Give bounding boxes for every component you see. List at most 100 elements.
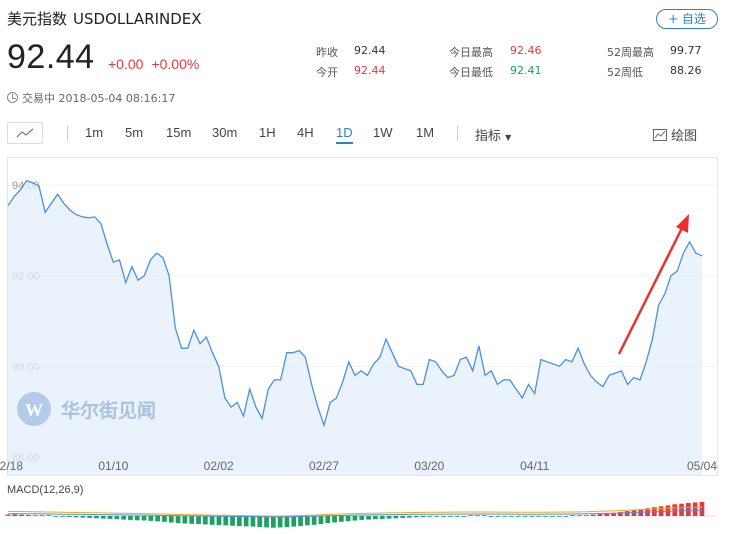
macd-bar (692, 502, 698, 516)
macd-bar (413, 516, 419, 518)
macd-bar (250, 516, 256, 527)
price-change: +0.00 +0.00% (108, 56, 207, 72)
period-15m[interactable]: 15m (166, 125, 191, 140)
stat-open: 今开 92.44 (316, 64, 386, 79)
macd-bar (631, 510, 637, 516)
macd-panel (5, 502, 717, 528)
price-area (8, 180, 702, 475)
macd-bar (94, 516, 99, 519)
stat-prev-close: 昨收 92.44 (316, 44, 386, 59)
macd-bar (665, 505, 671, 516)
macd-bar (672, 504, 678, 516)
draw-button[interactable]: 绘图 (653, 125, 697, 144)
macd-bar (209, 516, 215, 525)
macd-bar (216, 516, 222, 526)
macd-bar (352, 516, 358, 521)
macd-bar (556, 516, 562, 517)
add-watchlist-button[interactable]: + 自选 (656, 9, 718, 29)
macd-bar (196, 516, 201, 524)
macd-bar (264, 516, 269, 528)
macd-bar (563, 516, 569, 517)
macd-bar (359, 516, 365, 520)
macd-bar (686, 503, 691, 516)
macd-bar (134, 516, 140, 521)
period-4h[interactable]: 4H (297, 125, 314, 140)
period-1m[interactable]: 1m (85, 125, 103, 140)
macd-bar (46, 515, 52, 516)
macd-bar (12, 514, 18, 516)
period-1w[interactable]: 1W (373, 125, 393, 140)
macd-bar (237, 516, 242, 527)
macd-bar (495, 516, 501, 517)
macd-bar (400, 516, 405, 518)
macd-bar (305, 516, 310, 526)
x-tick-label: 02/02 (204, 459, 234, 473)
price-chart-svg: 94.0092.0090.0088.00 W 华尔街见闻 12/1801/100… (0, 157, 718, 528)
line-mode-button[interactable] (7, 122, 43, 144)
instrument-name: 美元指数 (7, 10, 68, 28)
price-chart[interactable]: 94.0092.0090.0088.00 W 华尔街见闻 12/1801/100… (0, 152, 730, 534)
macd-bar (590, 514, 596, 516)
macd-bar (155, 516, 160, 522)
change-value: +0.00 (108, 56, 144, 72)
macd-bar (26, 515, 31, 516)
macd-bar (420, 516, 426, 517)
caret-down-icon: ▼ (505, 133, 512, 142)
period-5m[interactable]: 5m (125, 125, 143, 140)
macd-bar (441, 516, 446, 517)
macd-bar (481, 515, 487, 516)
macd-bar (271, 516, 276, 528)
macd-bar (141, 516, 147, 521)
macd-bar (277, 516, 283, 528)
stat-day-high: 今日最高 92.46 (449, 44, 542, 59)
period-1d[interactable]: 1D (336, 125, 353, 144)
macd-label: MACD(12,26,9) (7, 484, 83, 496)
macd-bar (339, 516, 344, 522)
watermark-text: 华尔街见闻 (61, 399, 156, 422)
macd-bar (243, 516, 249, 527)
stat-52w-high: 52周最高 99.77 (607, 44, 702, 59)
macd-bar (175, 516, 181, 524)
macd-bar (39, 515, 45, 516)
macd-bar (434, 516, 439, 517)
macd-bar (550, 516, 555, 517)
indicator-dropdown[interactable]: 指标 ▼ (475, 125, 511, 144)
macd-bar (447, 516, 453, 517)
x-tick-label: 03/20 (414, 459, 444, 473)
macd-bar (366, 516, 371, 520)
macd-bar (386, 516, 392, 519)
macd-bar (60, 516, 65, 517)
watermark-logo-letter: W (25, 400, 43, 420)
x-tick-label: 04/11 (520, 459, 549, 473)
macd-bar (148, 516, 154, 521)
macd-bar (162, 516, 167, 522)
macd-bar (168, 516, 174, 523)
toolbar-divider (457, 126, 458, 141)
stat-day-low: 今日最低 92.41 (449, 64, 542, 79)
macd-bar (291, 516, 297, 527)
macd-bar (80, 516, 86, 518)
instrument-title: 美元指数 USDOLLARINDEX (7, 8, 202, 29)
macd-bar (311, 516, 317, 525)
macd-bar (699, 502, 705, 516)
macd-bar (597, 514, 603, 516)
macd-bar (66, 516, 72, 517)
toolbar-divider (67, 126, 68, 141)
period-30m[interactable]: 30m (212, 125, 237, 140)
macd-bar (107, 516, 113, 519)
x-tick-label: 05/04 (687, 459, 717, 473)
period-1mo[interactable]: 1M (416, 125, 434, 140)
macd-bar (475, 515, 480, 516)
macd-bar (515, 516, 521, 517)
x-tick-label: 02/27 (309, 459, 339, 473)
macd-bar (73, 516, 79, 518)
macd-bar (522, 516, 528, 517)
macd-bar (468, 515, 473, 516)
x-tick-label: 01/10 (98, 459, 128, 473)
period-1h[interactable]: 1H (259, 125, 276, 140)
macd-bar (345, 516, 351, 522)
change-percent: +0.00% (151, 56, 200, 72)
macd-bar (298, 516, 303, 527)
last-price: 92.44 (7, 38, 95, 76)
instrument-symbol: USDOLLARINDEX (73, 10, 202, 28)
